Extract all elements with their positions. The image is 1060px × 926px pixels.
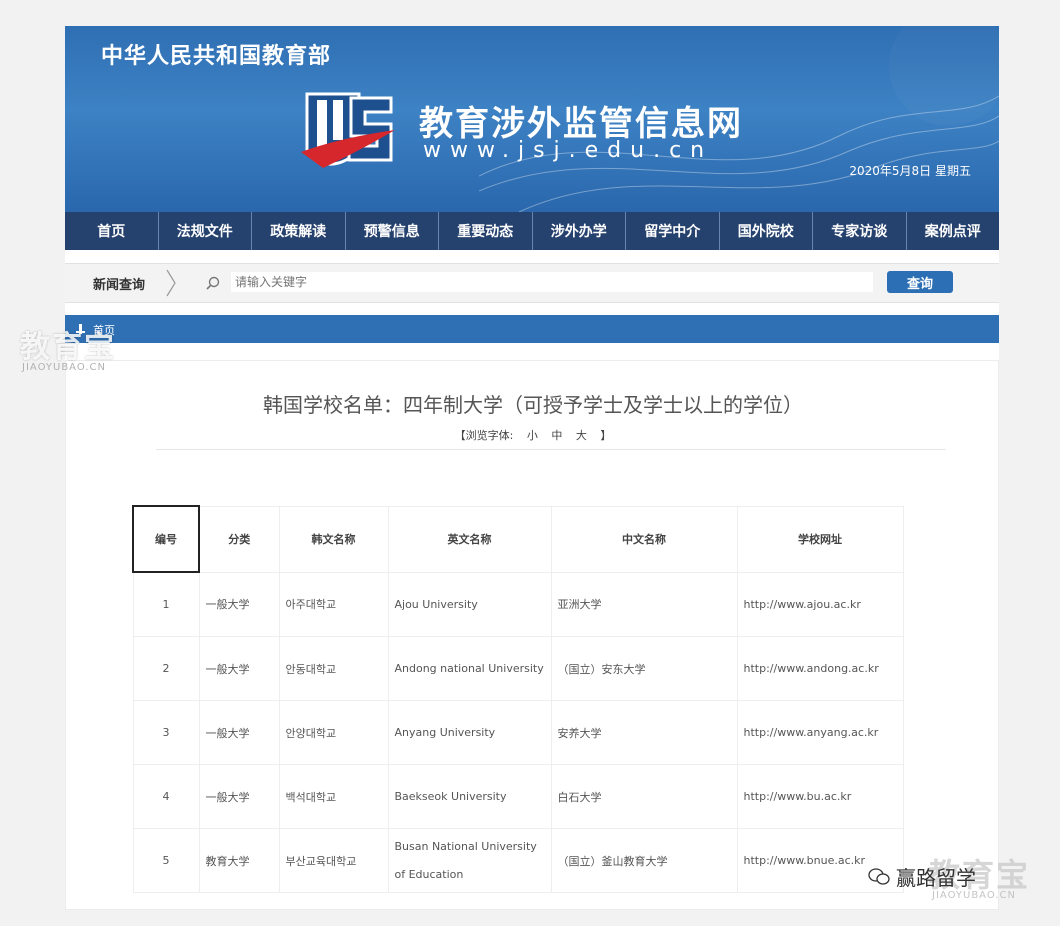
- header-chinese-name: 中文名称: [550, 505, 738, 573]
- logo-shield-icon[interactable]: [299, 90, 399, 182]
- cell-korean-name: 안동대학교: [278, 636, 389, 701]
- site-url[interactable]: www.jsj.edu.cn: [423, 138, 713, 163]
- header-number: 编号: [132, 505, 200, 573]
- nav-item-news[interactable]: 重要动态: [439, 212, 533, 250]
- nav-item-regulations[interactable]: 法规文件: [159, 212, 252, 250]
- cell-category: 一般大学: [198, 636, 280, 701]
- university-table: 编号 分类 韩文名称 英文名称 中文名称 学校网址 1 一般大学 아주대학교 A…: [132, 505, 904, 893]
- cell-number: 4: [132, 764, 200, 829]
- divider: [156, 449, 946, 450]
- nav-item-home[interactable]: 首页: [65, 212, 159, 250]
- wechat-account-name: 赢路留学: [896, 866, 976, 890]
- page: 中华人民共和国教育部 教育涉外监管信息网 www.jsj.edu.cn 2020…: [65, 26, 999, 910]
- cell-korean-name: 안양대학교: [278, 700, 389, 765]
- cell-category: 一般大学: [198, 764, 280, 829]
- cell-number: 5: [132, 828, 200, 893]
- cell-english-name: Baekseok University: [387, 764, 552, 829]
- cell-english-name: Anyang University: [387, 700, 552, 765]
- nav-item-cases[interactable]: 案例点评: [907, 212, 1000, 250]
- main-nav: 首页 法规文件 政策解读 预警信息 重要动态 涉外办学 留学中介 国外院校 专家…: [65, 212, 999, 250]
- nav-item-interviews[interactable]: 专家访谈: [813, 212, 907, 250]
- header-category: 分类: [198, 505, 280, 573]
- table-row: 5 教育大学 부산교육대학교 Busan National University…: [132, 828, 904, 893]
- breadcrumb: 首页: [65, 315, 999, 343]
- search-bar: 新闻查询 查询: [65, 263, 999, 303]
- table-row: 4 一般大学 백석대학교 Baekseok University 白石大学 ht…: [132, 764, 904, 829]
- wechat-icon: [868, 867, 890, 885]
- cell-website[interactable]: http://www.andong.ac.kr: [736, 636, 904, 701]
- table-row: 3 一般大学 안양대학교 Anyang University 安养大学 http…: [132, 700, 904, 765]
- cell-chinese-name: 安养大学: [550, 700, 738, 765]
- cell-korean-name: 부산교육대학교: [278, 828, 389, 893]
- cell-english-name: Andong national University: [387, 636, 552, 701]
- cell-chinese-name: （国立）安东大学: [550, 636, 738, 701]
- nav-item-joint-schools[interactable]: 涉外办学: [533, 212, 626, 250]
- cell-website[interactable]: http://www.bu.ac.kr: [736, 764, 904, 829]
- watermark-brand-url-bottom: JIAOYUBAO.CN: [932, 890, 1016, 901]
- font-size-switch: 【浏览字体: 小 中 大 】: [66, 427, 1000, 443]
- cell-number: 1: [132, 571, 200, 637]
- cell-english-name: Ajou University: [387, 571, 552, 637]
- article-content: 韩国学校名单：四年制大学（可授予学士及学士以上的学位） 【浏览字体: 小 中 大…: [65, 360, 999, 910]
- cell-korean-name: 아주대학교: [278, 571, 389, 637]
- cell-website[interactable]: http://www.anyang.ac.kr: [736, 700, 904, 765]
- font-switch-suffix: 】: [600, 429, 612, 442]
- cell-chinese-name: （国立）釜山教育大学: [550, 828, 738, 893]
- search-icon: [206, 276, 220, 290]
- cell-english-name: Busan National University of Education: [387, 828, 552, 893]
- watermark-brand-url: JIAOYUBAO.CN: [22, 362, 106, 373]
- cell-number: 2: [132, 636, 200, 701]
- ministry-name: 中华人民共和国教育部: [101, 44, 332, 69]
- article-title: 韩国学校名单：四年制大学（可授予学士及学士以上的学位）: [263, 393, 803, 417]
- nav-item-foreign-schools[interactable]: 国外院校: [720, 212, 813, 250]
- header-banner: 中华人民共和国教育部 教育涉外监管信息网 www.jsj.edu.cn 2020…: [65, 26, 999, 212]
- search-input[interactable]: [231, 272, 873, 292]
- font-switch-prefix: 【浏览字体:: [454, 429, 514, 442]
- nav-item-policy[interactable]: 政策解读: [252, 212, 346, 250]
- nav-item-warnings[interactable]: 预警信息: [346, 212, 439, 250]
- cell-category: 一般大学: [198, 571, 280, 637]
- wechat-account: 赢路留学: [868, 862, 976, 891]
- font-size-small[interactable]: 小: [527, 429, 538, 442]
- search-button[interactable]: 查询: [887, 271, 953, 293]
- cell-website[interactable]: http://www.ajou.ac.kr: [736, 571, 904, 637]
- cell-korean-name: 백석대학교: [278, 764, 389, 829]
- header-korean-name: 韩文名称: [278, 505, 389, 573]
- chevron-right-icon: [166, 269, 176, 297]
- news-search-label: 新闻查询: [93, 278, 146, 293]
- font-size-large[interactable]: 大: [576, 429, 587, 442]
- table-header-row: 编号 分类 韩文名称 英文名称 中文名称 学校网址: [132, 505, 904, 573]
- nav-item-agencies[interactable]: 留学中介: [626, 212, 720, 250]
- cell-chinese-name: 白石大学: [550, 764, 738, 829]
- font-size-medium[interactable]: 中: [551, 429, 562, 442]
- header-english-name: 英文名称: [387, 505, 552, 573]
- cell-number: 3: [132, 700, 200, 765]
- table-row: 2 一般大学 안동대학교 Andong national University …: [132, 636, 904, 701]
- header-website: 学校网址: [736, 505, 904, 573]
- table-row: 1 一般大学 아주대학교 Ajou University 亚洲大学 http:/…: [132, 571, 904, 637]
- current-date: 2020年5月8日 星期五: [849, 164, 971, 178]
- cell-category: 一般大学: [198, 700, 280, 765]
- cell-category: 教育大学: [198, 828, 280, 893]
- watermark-brand: 教育宝: [20, 330, 116, 365]
- cell-chinese-name: 亚洲大学: [550, 571, 738, 637]
